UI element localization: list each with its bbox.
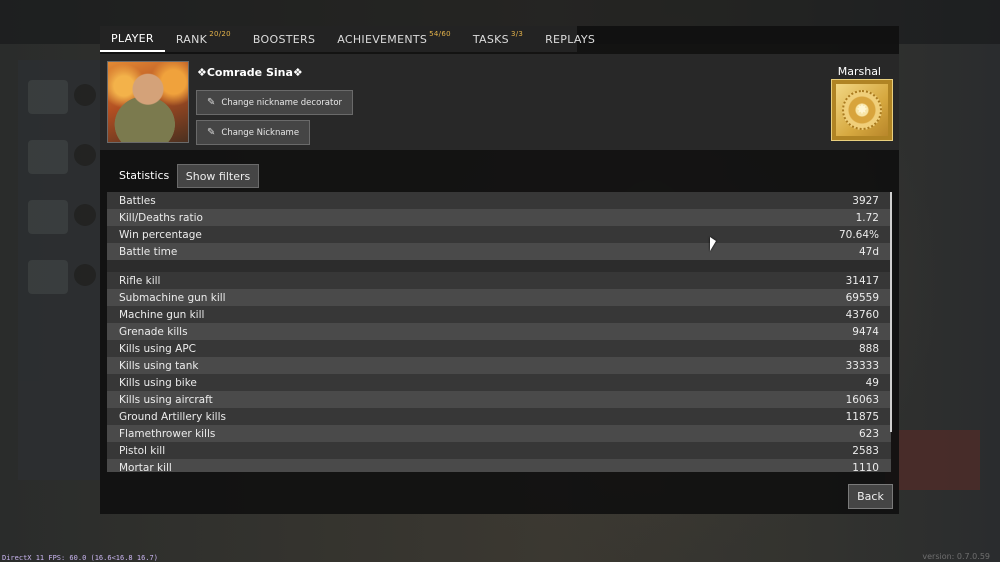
tab-label: BOOSTERS	[252, 32, 316, 46]
stat-row: Flamethrower kills 623	[107, 425, 891, 442]
stat-row: Kills using bike 49	[107, 374, 891, 391]
stat-value: 1.72	[855, 211, 879, 224]
stat-value: 33333	[845, 359, 879, 372]
pencil-icon: ✎	[207, 127, 216, 138]
tab-boosters[interactable]: BOOSTERS	[242, 26, 326, 52]
rank-badge-icon: ✸	[831, 79, 893, 141]
stat-row: Kill/Deaths ratio 1.72	[107, 209, 891, 226]
stat-row: Kills using tank 33333	[107, 357, 891, 374]
stat-value: 49	[865, 376, 879, 389]
stat-label: Ground Artillery kills	[119, 410, 226, 423]
statistics-title: Statistics	[119, 169, 170, 182]
tab-badge: 3/3	[510, 30, 524, 38]
stat-group-separator	[107, 260, 891, 272]
stat-label: Kills using tank	[119, 359, 199, 372]
stat-label: Kills using bike	[119, 376, 197, 389]
stat-row: Grenade kills 9474	[107, 323, 891, 340]
profile-panel: PLAYER RANK 20/20 BOOSTERS ACHIEVEMENTS 54/60…	[100, 26, 899, 514]
change-nickname-decorator-button[interactable]: ✎ Change nickname decorator	[196, 90, 354, 115]
statistics-table: Battles 3927 Kill/Deaths ratio 1.72 Win perc…	[107, 192, 891, 472]
tab-replays[interactable]: REPLAYS	[534, 26, 606, 52]
fps-counter: DirectX 11 FPS: 60.0 (16.6<16.8 16.7)	[2, 554, 158, 562]
stat-label: Pistol kill	[119, 444, 166, 457]
stat-row: Rifle kill 31417	[107, 272, 891, 289]
stat-row: Ground Artillery kills 11875	[107, 408, 891, 425]
tab-label: TASKS	[472, 32, 509, 46]
stat-value: 9474	[852, 325, 879, 338]
tab-label: ACHIEVEMENTS	[337, 32, 428, 46]
stat-value: 47d	[858, 245, 879, 258]
rank-name: Marshal	[837, 65, 881, 78]
stat-label: Battles	[119, 194, 156, 207]
change-nickname-button[interactable]: ✎ Change Nickname	[196, 120, 311, 145]
player-nickname: ❖Comrade Sina❖	[197, 66, 303, 79]
stat-row: Machine gun kill 43760	[107, 306, 891, 323]
tab-tasks[interactable]: TASKS 3/3	[462, 26, 534, 52]
tab-player[interactable]: PLAYER	[100, 26, 165, 52]
stat-value: 2583	[852, 444, 879, 457]
show-filters-button[interactable]: Show filters	[177, 164, 259, 188]
statistics-scrollbar[interactable]	[890, 192, 892, 432]
stat-value: 43760	[845, 308, 879, 321]
stat-label: Win percentage	[119, 228, 202, 241]
stat-row: Pistol kill 2583	[107, 442, 891, 459]
change-nickname-label: Change Nickname	[221, 127, 300, 138]
stat-row: Submachine gun kill 69559	[107, 289, 891, 306]
tab-rank[interactable]: RANK 20/20	[165, 26, 242, 52]
stat-label: Flamethrower kills	[119, 427, 216, 440]
change-decorator-label: Change nickname decorator	[221, 97, 343, 108]
stat-label: Battle time	[119, 245, 178, 258]
tab-badge: 20/20	[209, 30, 231, 38]
player-avatar[interactable]	[107, 61, 189, 143]
stat-label: Kills using APC	[119, 342, 196, 355]
statistics-header: Statistics Show filters	[106, 162, 893, 190]
stat-label: Grenade kills	[119, 325, 188, 338]
stat-label: Submachine gun kill	[119, 291, 226, 304]
stat-row: Battles 3927	[107, 192, 891, 209]
stat-row: Kills using aircraft 16063	[107, 391, 891, 408]
background-side-menu	[18, 60, 106, 480]
stat-value: 69559	[845, 291, 879, 304]
stat-label: Machine gun kill	[119, 308, 205, 321]
tab-bar: PLAYER RANK 20/20 BOOSTERS ACHIEVEMENTS 54/60…	[100, 26, 595, 52]
background-side-panel	[885, 430, 980, 490]
stat-value: 888	[858, 342, 879, 355]
stat-value: 16063	[845, 393, 879, 406]
stat-value: 70.64%	[838, 228, 879, 241]
stat-value: 3927	[852, 194, 879, 207]
stat-label: Kill/Deaths ratio	[119, 211, 203, 224]
back-button[interactable]: Back	[848, 484, 893, 509]
mouse-cursor-icon	[710, 237, 716, 251]
stat-label: Mortar kill	[119, 461, 172, 473]
tab-label: REPLAYS	[545, 32, 596, 46]
stat-value: 31417	[845, 274, 879, 287]
stat-value: 1110	[852, 461, 879, 473]
tab-achievements[interactable]: ACHIEVEMENTS 54/60	[326, 26, 462, 52]
tab-label: PLAYER	[111, 31, 154, 45]
stat-row: Win percentage 70.64%	[107, 226, 891, 243]
stat-label: Rifle kill	[119, 274, 161, 287]
stat-label: Kills using aircraft	[119, 393, 213, 406]
stat-value: 11875	[845, 410, 879, 423]
stat-row: Mortar kill 1110	[107, 459, 891, 472]
tab-label: RANK	[175, 32, 208, 46]
stat-row: Kills using APC 888	[107, 340, 891, 357]
version-label: version: 0.7.0.59	[922, 552, 990, 561]
tab-badge: 54/60	[429, 30, 451, 38]
profile-header: ❖Comrade Sina❖ ✎ Change nickname decorat…	[100, 54, 899, 150]
pencil-icon: ✎	[207, 97, 216, 108]
stat-value: 623	[858, 427, 879, 440]
stat-row: Battle time 47d	[107, 243, 891, 260]
